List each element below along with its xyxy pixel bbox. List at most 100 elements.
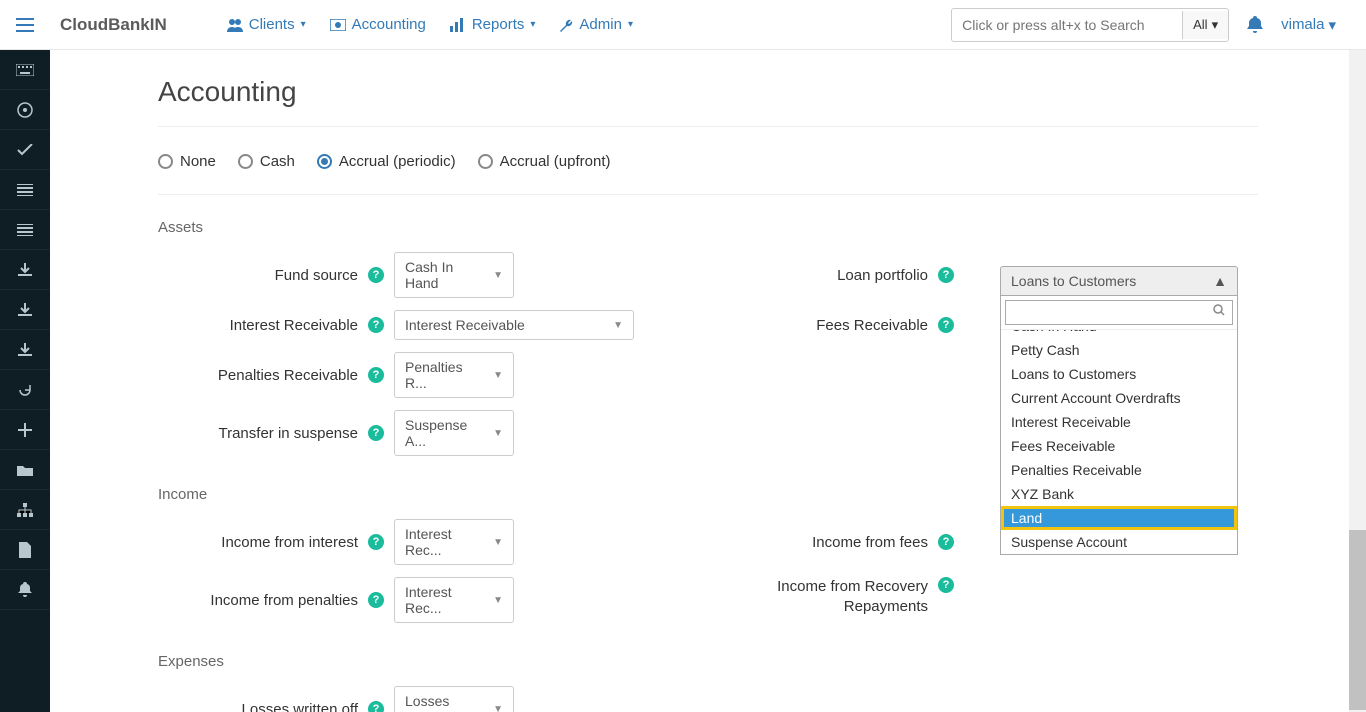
- topbar: CloudBankIN Clients▾ Accounting Reports▾…: [0, 0, 1366, 50]
- select-income-interest[interactable]: Interest Rec...▼: [394, 519, 514, 565]
- caret-icon: ▾: [1328, 16, 1336, 34]
- radio-label: Accrual (periodic): [339, 153, 456, 170]
- dropdown-option[interactable]: Current Account Overdrafts: [1001, 386, 1237, 410]
- nav-label: Accounting: [352, 16, 426, 33]
- list-icon: [17, 224, 33, 236]
- select-income-penalties[interactable]: Interest Rec...▼: [394, 577, 514, 623]
- chevron-down-icon: ▼: [493, 704, 503, 712]
- field-interest-receivable: Interest Receivable ? Interest Receivabl…: [158, 310, 688, 340]
- dropdown-option[interactable]: Interest Receivable: [1001, 410, 1237, 434]
- caret-icon: ▾: [530, 19, 535, 30]
- help-icon[interactable]: ?: [368, 267, 384, 283]
- side-item-org[interactable]: [0, 490, 50, 530]
- hamburger-toggle[interactable]: [0, 0, 50, 50]
- nav-clients[interactable]: Clients▾: [227, 16, 306, 33]
- filter-label: All: [1193, 17, 1207, 32]
- side-item-refresh[interactable]: [0, 370, 50, 410]
- nav-label: Clients: [249, 16, 295, 33]
- radio-label: Cash: [260, 153, 295, 170]
- side-item-dashboard[interactable]: [0, 90, 50, 130]
- side-item-download2[interactable]: [0, 290, 50, 330]
- page: Accounting None Cash Accrual (periodic) …: [158, 50, 1258, 712]
- nav-admin[interactable]: Admin▾: [559, 16, 633, 33]
- dropdown-option[interactable]: Land: [1001, 506, 1237, 530]
- dropdown-option[interactable]: Cash In Hand: [1001, 330, 1237, 338]
- select-value: Suspense A...: [405, 417, 485, 449]
- help-icon[interactable]: ?: [368, 317, 384, 333]
- dropdown-option[interactable]: Fees Receivable: [1001, 434, 1237, 458]
- dropdown-selected[interactable]: Loans to Customers▲: [1000, 266, 1238, 296]
- help-icon[interactable]: ?: [368, 534, 384, 550]
- help-icon[interactable]: ?: [368, 425, 384, 441]
- side-item-download3[interactable]: [0, 330, 50, 370]
- chart-icon: [450, 18, 466, 32]
- check-icon: [17, 144, 33, 156]
- field-penalties-receivable: Penalties Receivable ? Penalties R...▼: [158, 352, 688, 398]
- page-scrollbar[interactable]: [1349, 50, 1366, 712]
- help-icon[interactable]: ?: [938, 267, 954, 283]
- help-icon[interactable]: ?: [938, 534, 954, 550]
- help-icon[interactable]: ?: [368, 701, 384, 712]
- search-icon: [1213, 304, 1225, 316]
- scrollbar-thumb[interactable]: [1349, 530, 1366, 710]
- side-item-bell[interactable]: [0, 570, 50, 610]
- radio-none[interactable]: None: [158, 153, 216, 170]
- money-icon: [330, 19, 346, 31]
- field-fund-source: Fund source ? Cash In Hand▼: [158, 252, 688, 298]
- dropdown-list[interactable]: Cash In HandPetty CashLoans to Customers…: [1001, 330, 1237, 554]
- nav-reports[interactable]: Reports▾: [450, 16, 536, 33]
- select-fund-source[interactable]: Cash In Hand▼: [394, 252, 514, 298]
- loan-portfolio-dropdown: Loans to Customers▲ Cash In HandPetty Ca…: [1000, 266, 1238, 555]
- select-penalties-receivable[interactable]: Penalties R...▼: [394, 352, 514, 398]
- notifications-button[interactable]: [1247, 16, 1263, 34]
- select-value: Losses Writ...: [405, 693, 485, 712]
- select-value: Interest Rec...: [405, 526, 485, 558]
- field-label: Penalties Receivable: [158, 367, 358, 384]
- help-icon[interactable]: ?: [368, 592, 384, 608]
- chevron-down-icon: ▼: [493, 370, 503, 381]
- nav-accounting[interactable]: Accounting: [330, 16, 426, 33]
- help-icon[interactable]: ?: [368, 367, 384, 383]
- dropdown-option[interactable]: Suspense Account: [1001, 530, 1237, 554]
- radio-icon: [238, 154, 253, 169]
- search-input[interactable]: [952, 11, 1182, 39]
- side-item-add[interactable]: [0, 410, 50, 450]
- chevron-down-icon: ▼: [493, 595, 503, 606]
- help-icon[interactable]: ?: [938, 317, 954, 333]
- help-icon[interactable]: ?: [938, 577, 954, 593]
- sidebar: [0, 50, 50, 712]
- user-menu[interactable]: vimala▾: [1281, 16, 1336, 34]
- field-label: Income from penalties: [158, 592, 358, 609]
- side-item-folder[interactable]: [0, 450, 50, 490]
- dropdown-option[interactable]: Petty Cash: [1001, 338, 1237, 362]
- dropdown-search-input[interactable]: [1005, 300, 1233, 325]
- side-item-download1[interactable]: [0, 250, 50, 290]
- dropdown-option[interactable]: XYZ Bank: [1001, 482, 1237, 506]
- download-icon: [18, 303, 32, 317]
- select-transfer-suspense[interactable]: Suspense A... ▼: [394, 410, 514, 456]
- search-box: All▾: [951, 8, 1229, 42]
- chevron-down-icon: ▼: [493, 270, 503, 281]
- radio-icon: [158, 154, 173, 169]
- side-item-list1[interactable]: [0, 170, 50, 210]
- caret-icon: ▾: [628, 19, 633, 30]
- field-losses-written-off: Losses written off ? Losses Writ...▼: [158, 686, 688, 712]
- users-icon: [227, 18, 243, 32]
- side-item-list2[interactable]: [0, 210, 50, 250]
- search-filter[interactable]: All▾: [1182, 11, 1228, 39]
- side-item-file[interactable]: [0, 530, 50, 570]
- dropdown-option[interactable]: Loans to Customers: [1001, 362, 1237, 386]
- radio-accrual-periodic[interactable]: Accrual (periodic): [317, 153, 456, 170]
- side-item-keyboard[interactable]: [0, 50, 50, 90]
- field-label: Income from Recovery Repayments: [728, 577, 928, 616]
- select-value: Interest Receivable: [405, 317, 525, 333]
- side-item-check[interactable]: [0, 130, 50, 170]
- select-interest-receivable[interactable]: Interest Receivable▼: [394, 310, 634, 340]
- field-income-interest: Income from interest ? Interest Rec...▼: [158, 519, 688, 565]
- radio-accrual-upfront[interactable]: Accrual (upfront): [478, 153, 611, 170]
- radio-cash[interactable]: Cash: [238, 153, 295, 170]
- dropdown-option[interactable]: Penalties Receivable: [1001, 458, 1237, 482]
- field-label: Loan portfolio: [728, 267, 928, 284]
- select-losses-written-off[interactable]: Losses Writ... ▼: [394, 686, 514, 712]
- chevron-down-icon: ▼: [493, 428, 503, 439]
